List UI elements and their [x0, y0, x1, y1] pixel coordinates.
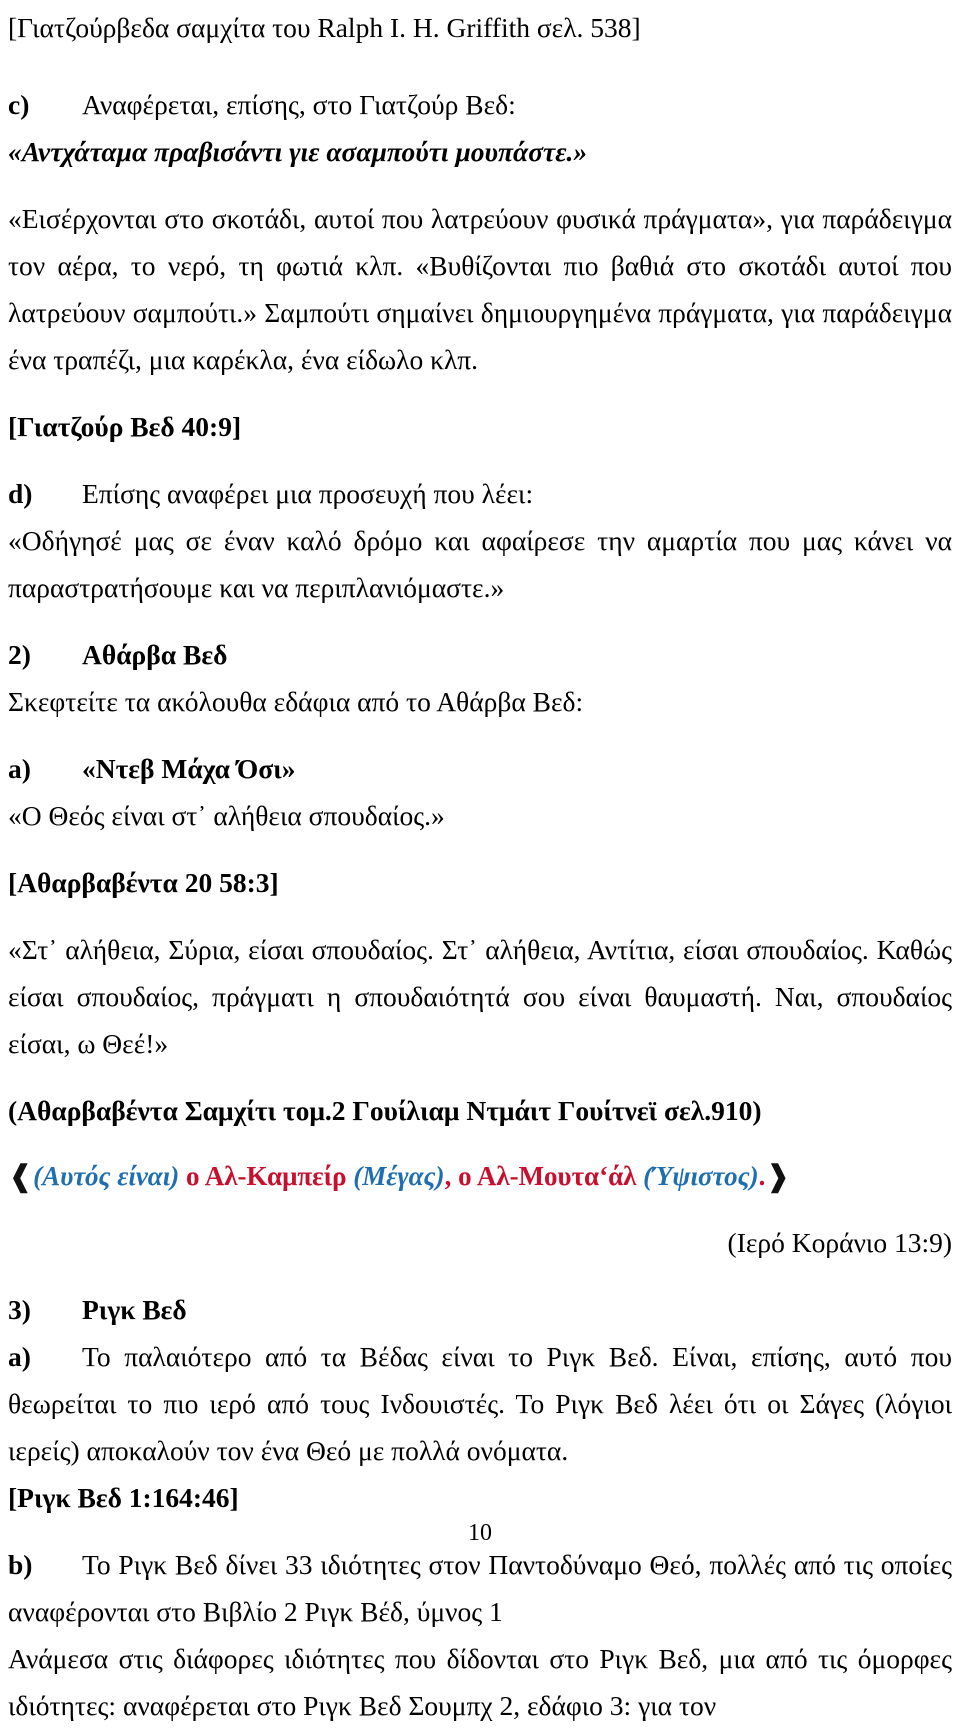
item-a-label: a)	[8, 753, 31, 784]
ref-atharva: [Αθαρβαβέντα 20 58:3]	[8, 867, 279, 898]
item-3a-label: a)	[8, 1341, 31, 1372]
para-3b-cont: Ανάμεσα στις διάφορες ιδιότητες που δίδο…	[8, 1643, 952, 1721]
item-3-label: 3)	[8, 1294, 31, 1325]
item-a: a) «Ντεβ Μάχα Όσι»	[8, 745, 952, 792]
item-2-title: Αθάρβα Βεδ	[82, 639, 228, 670]
document-page: [Γιατζούρβεδα σαμχίτα του Ralph I. H. Gr…	[0, 0, 960, 1721]
item-3b-label: b)	[8, 1549, 33, 1580]
item-a-title: «Ντεβ Μάχα Όσι»	[82, 753, 296, 784]
quran-segment-2: (Μέγας)	[353, 1161, 445, 1191]
para-c-body: «Εισέρχονται στο σκοτάδι, αυτοί που λατρ…	[8, 203, 952, 375]
para-2-intro: Σκεφτείτε τα ακόλουθα εδάφια από το Αθάρ…	[8, 686, 584, 717]
item-d-text: Επίσης αναφέρει μια προσευχή που λέει:	[82, 478, 534, 509]
page-content: [Γιατζούρβεδα σαμχίτα του Ralph I. H. Gr…	[8, 4, 952, 1729]
source-header: [Γιατζούρβεδα σαμχίτα του Ralph I. H. Gr…	[8, 12, 641, 43]
ref-atharva-samhiti: (Αθαρβαβέντα Σαμχίτι τομ.2 Γουίλιαμ Ντμά…	[8, 1095, 762, 1126]
item-3a-text: Το παλαιότερο από τα Βέδας είναι το Ριγκ…	[8, 1341, 952, 1466]
quran-segment-4: (Ύψιστος)	[643, 1161, 759, 1191]
item-2-label: 2)	[8, 639, 31, 670]
page-number: 10	[468, 1520, 492, 1546]
quran-verse: ❰(Αυτός είναι) ο Αλ-Καμπείρ (Μέγας), ο Α…	[8, 1154, 952, 1199]
item-c: c) Αναφέρεται, επίσης, στο Γιατζούρ Βεδ:	[8, 81, 952, 128]
item-3-title: Ριγκ Βεδ	[82, 1294, 187, 1325]
item-c-label: c)	[8, 89, 30, 120]
quran-segment-5: .	[758, 1161, 766, 1191]
item-2: 2) Αθάρβα Βεδ	[8, 631, 952, 678]
item-c-text: Αναφέρεται, επίσης, στο Γιατζούρ Βεδ:	[82, 89, 516, 120]
quran-reference: (Ιερό Κοράνιο 13:9)	[727, 1227, 952, 1258]
quran-verse-text: (Αυτός είναι) ο Αλ-Καμπείρ (Μέγας), ο Αλ…	[33, 1161, 765, 1191]
item-d: d) Επίσης αναφέρει μια προσευχή που λέει:	[8, 470, 952, 517]
item-3a: a) Το παλαιότερο από τα Βέδας είναι το Ρι…	[8, 1333, 952, 1474]
ornament-left-icon: ❰	[8, 1160, 34, 1193]
quran-segment-3: , ο Αλ-Μουταʻάλ	[444, 1161, 644, 1191]
ref-yajur: [Γιατζούρ Βεδ 40:9]	[8, 411, 242, 442]
item-3: 3) Ριγκ Βεδ	[8, 1286, 952, 1333]
quran-segment-1: ο Αλ-Καμπείρ	[179, 1161, 354, 1191]
quran-segment-0: (Αυτός είναι)	[33, 1161, 180, 1191]
para-atharva-body: «Στ᾽ αλήθεια, Σύρια, είσαι σπουδαίος. Στ…	[8, 934, 952, 1059]
ornament-right-icon: ❱	[765, 1160, 791, 1193]
item-3b-text: Το Ριγκ Βεδ δίνει 33 ιδιότητες στον Παντ…	[8, 1549, 952, 1627]
quote-c-bold: «Αντχάταμα πραβισάντι γιε ασαμπούτι μουπ…	[8, 136, 588, 167]
quote-d: «Οδήγησέ μας σε έναν καλό δρόμο και αφαί…	[8, 525, 952, 603]
quote-a: «Ο Θεός είναι στ᾽ αλήθεια σπουδαίος.»	[8, 800, 445, 831]
ref-rig: [Ριγκ Βεδ 1:164:46]	[8, 1482, 239, 1513]
item-3b: b) Το Ριγκ Βεδ δίνει 33 ιδιότητες στον Πα…	[8, 1541, 952, 1635]
item-d-label: d)	[8, 478, 33, 509]
